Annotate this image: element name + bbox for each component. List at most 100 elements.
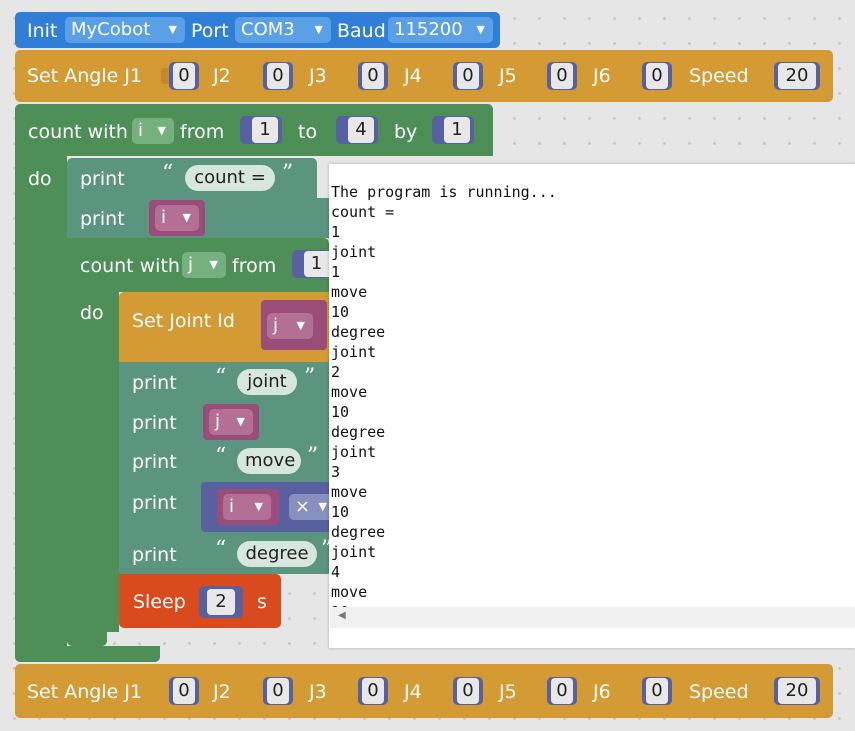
angle-j4-value[interactable]: 0 [457, 678, 479, 704]
scroll-left-arrow-icon[interactable]: ◀ [338, 610, 346, 621]
print-block[interactable]: print j ▼ [119, 402, 329, 442]
open-quote-icon: “ [215, 537, 227, 562]
port-label: Port [191, 20, 229, 42]
open-quote-icon: “ [215, 444, 227, 469]
variable-block[interactable]: j ▼ [203, 404, 259, 440]
set-joint-label: Set Joint Id [132, 310, 235, 332]
j3-label: J3 [309, 681, 327, 703]
variable-block[interactable]: j ▼ [261, 300, 327, 350]
print-block[interactable]: print “ joint ” [119, 362, 329, 402]
print-label: print [132, 372, 177, 394]
chevron-down-icon: ▼ [157, 124, 166, 137]
sleep-value[interactable]: 2 [207, 589, 235, 615]
j2-label: J2 [213, 681, 231, 703]
from-label: from [232, 255, 277, 277]
angle-j3-value[interactable]: 0 [362, 63, 384, 89]
operator-dropdown[interactable]: × ▼ [289, 494, 329, 520]
set-angle-label: Set Angle J1 [27, 681, 143, 703]
close-quote-icon: ” [307, 444, 319, 469]
by-label: by [394, 121, 418, 143]
text-value[interactable]: count = [185, 165, 275, 191]
print-block[interactable]: print i ▼ × ▼ [119, 480, 329, 534]
arithmetic-block[interactable]: i ▼ × ▼ [201, 482, 329, 532]
robot-dropdown[interactable]: MyCobot ▼ [65, 17, 185, 43]
baud-label: Baud [337, 20, 386, 42]
chevron-down-icon: ▼ [236, 415, 245, 428]
angle-j2-value[interactable]: 0 [267, 678, 289, 704]
horizontal-scrollbar[interactable]: ◀ [330, 607, 855, 628]
print-label: print [132, 544, 177, 566]
set-angle-block[interactable]: Set Angle J1 0 J2 0 J3 0 J4 0 J5 0 J6 0 … [15, 50, 833, 102]
init-block[interactable]: Init MyCobot ▼ Port COM3 ▼ Baud 115200 ▼ [15, 12, 500, 48]
j6-label: J6 [593, 681, 611, 703]
sleep-block[interactable]: Sleep 2 s [119, 574, 281, 628]
port-value: COM3 [241, 19, 295, 40]
speed-label: Speed [689, 681, 749, 703]
set-angle-block[interactable]: Set Angle J1 0 J2 0 J3 0 J4 0 J5 0 J6 0 … [15, 664, 833, 718]
variable-dropdown[interactable]: i ▼ [223, 494, 271, 520]
loop-var-value: j [188, 254, 194, 275]
inner-loop-spine [67, 292, 119, 632]
from-value[interactable]: 1 [252, 117, 278, 143]
j2-label: J2 [213, 65, 231, 87]
variable-value: i [161, 207, 167, 228]
angle-j6-value[interactable]: 0 [646, 63, 668, 89]
j3-label: J3 [309, 65, 327, 87]
speed-label: Speed [689, 65, 749, 87]
angle-j5-value[interactable]: 0 [551, 678, 573, 704]
loop-var-dropdown[interactable]: i ▼ [132, 118, 174, 144]
angle-j2-value[interactable]: 0 [267, 63, 289, 89]
print-label: print [132, 451, 177, 473]
print-block[interactable]: print “ move ” [119, 442, 329, 480]
print-label: print [80, 168, 125, 190]
text-value[interactable]: degree [237, 541, 317, 567]
j4-label: J4 [404, 681, 422, 703]
to-value[interactable]: 4 [348, 117, 374, 143]
chevron-down-icon: ▼ [168, 23, 177, 36]
print-block[interactable]: print i ▼ [67, 198, 329, 238]
operator-value: × [295, 496, 311, 517]
do-label: do [28, 168, 52, 190]
console-output-panel[interactable]: The program is running... count = 1 join… [329, 164, 855, 648]
angle-j3-value[interactable]: 0 [362, 678, 384, 704]
speed-value[interactable]: 20 [778, 678, 816, 704]
baud-value: 115200 [394, 19, 463, 40]
j6-label: J6 [593, 65, 611, 87]
chevron-down-icon: ▼ [254, 500, 263, 513]
variable-value: i [229, 496, 235, 517]
console-output-text: The program is running... count = 1 join… [331, 183, 557, 621]
text-value[interactable]: move [237, 448, 301, 474]
baud-dropdown[interactable]: 115200 ▼ [388, 17, 493, 43]
port-dropdown[interactable]: COM3 ▼ [235, 17, 331, 43]
chevron-down-icon: ▼ [296, 319, 305, 332]
angle-j4-value[interactable]: 0 [457, 63, 479, 89]
variable-block[interactable]: i ▼ [217, 489, 279, 525]
angle-j1-value[interactable]: 0 [173, 678, 195, 704]
variable-dropdown[interactable]: j ▼ [209, 409, 253, 435]
print-block[interactable]: print “ count = ” [67, 158, 317, 198]
variable-dropdown[interactable]: i ▼ [155, 205, 199, 231]
variable-block[interactable]: i ▼ [149, 200, 205, 236]
open-quote-icon: “ [162, 161, 174, 186]
angle-j5-value[interactable]: 0 [551, 63, 573, 89]
sleep-label: Sleep [133, 591, 186, 613]
speed-value[interactable]: 20 [778, 63, 816, 89]
variable-dropdown[interactable]: j ▼ [267, 313, 313, 339]
chevron-down-icon: ▼ [209, 258, 218, 271]
variable-value: j [273, 315, 279, 336]
j5-label: J5 [499, 65, 517, 87]
do-label: do [80, 302, 104, 324]
angle-j1-value[interactable]: 0 [173, 63, 195, 89]
by-value[interactable]: 1 [444, 117, 470, 143]
j4-label: J4 [404, 65, 422, 87]
angle-j6-value[interactable]: 0 [646, 678, 668, 704]
chevron-down-icon: ▼ [318, 500, 327, 513]
print-block[interactable]: print “ degree ” [119, 534, 332, 574]
set-angle-label: Set Angle J1 [27, 65, 143, 87]
chevron-down-icon: ▼ [314, 23, 323, 36]
text-value[interactable]: joint [237, 369, 297, 395]
loop-var-dropdown[interactable]: j ▼ [182, 252, 226, 278]
from-value[interactable]: 1 [304, 251, 329, 277]
robot-value: MyCobot [71, 19, 151, 40]
set-joint-block[interactable]: Set Joint Id j ▼ [119, 292, 329, 362]
